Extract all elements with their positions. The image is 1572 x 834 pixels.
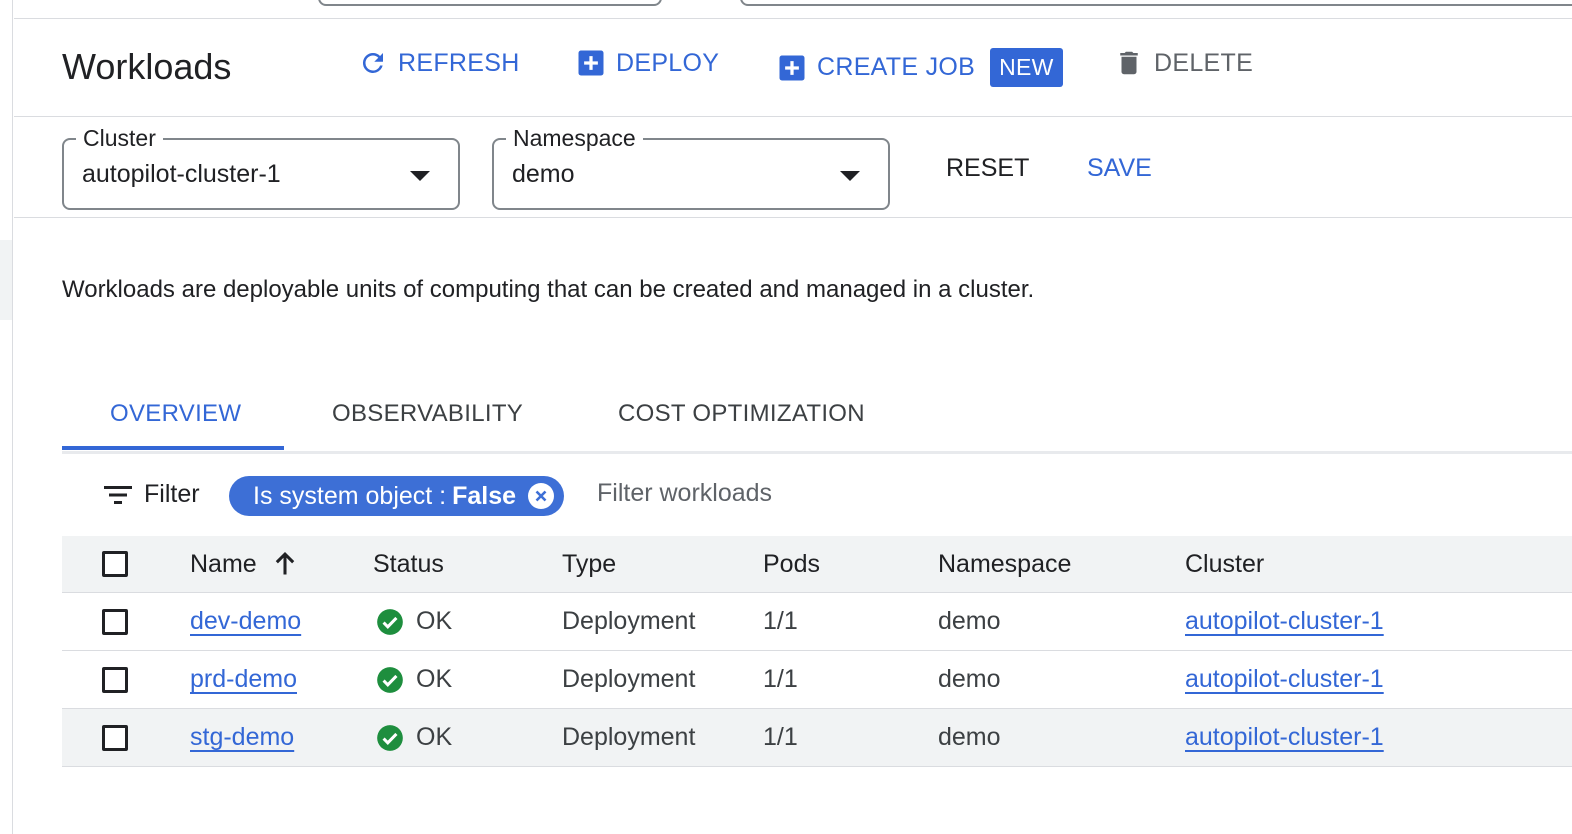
new-badge: NEW (990, 48, 1063, 87)
cluster-select-label: Cluster (76, 124, 163, 152)
cluster-select[interactable]: Cluster autopilot-cluster-1 (62, 124, 460, 210)
page-description: Workloads are deployable units of comput… (62, 276, 1035, 303)
namespace-select[interactable]: Namespace demo (492, 124, 890, 210)
tab-cost-optimization[interactable]: COST OPTIMIZATION (618, 400, 865, 428)
workload-name-link[interactable]: prd-demo (190, 665, 297, 694)
table-header: Name Status Type Pods Namespace Cluster (62, 536, 1572, 593)
chip-remove-icon[interactable] (528, 483, 555, 509)
row-select-cell (102, 709, 128, 766)
column-header-type[interactable]: Type (562, 536, 616, 592)
select-all-cell (102, 536, 128, 592)
filter-workloads-input[interactable] (597, 479, 1097, 508)
type-cell: Deployment (562, 607, 696, 635)
filter-label: Filter (144, 480, 200, 508)
column-header-name-label: Name (190, 549, 257, 578)
workload-name-link[interactable]: dev-demo (190, 607, 301, 636)
pods-cell: 1/1 (763, 723, 798, 751)
create-job-label: CREATE JOB (817, 53, 976, 81)
left-nav-marker (0, 240, 12, 320)
left-divider (12, 0, 13, 834)
status-text: OK (416, 607, 453, 635)
add-box-icon (576, 48, 606, 78)
namespace-select-label: Namespace (506, 124, 643, 152)
pods-cell: 1/1 (763, 665, 798, 693)
deploy-button[interactable]: DEPLOY (576, 48, 719, 78)
trash-icon (1114, 48, 1144, 78)
filter-chip-key: Is system object : (253, 481, 447, 510)
status-cell: OK (376, 651, 452, 708)
column-header-name[interactable]: Name (190, 536, 299, 592)
table-row: prd-demo OK Deployment 1/1 demo autopilo… (62, 651, 1572, 709)
page-title: Workloads (62, 46, 232, 87)
table-row: dev-demo OK Deployment 1/1 demo autopilo… (62, 593, 1572, 651)
row-select-cell (102, 651, 128, 708)
chevron-down-icon (410, 171, 430, 181)
check-circle-icon (377, 608, 403, 635)
status-cell: OK (376, 593, 452, 650)
column-header-pods[interactable]: Pods (763, 536, 820, 592)
top-field-right (740, 0, 1572, 6)
pods-cell: 1/1 (763, 607, 798, 635)
namespace-cell: demo (938, 723, 1001, 751)
delete-button[interactable]: DELETE (1114, 48, 1253, 78)
workload-name-link[interactable]: stg-demo (190, 723, 294, 752)
save-button[interactable]: SAVE (1087, 154, 1152, 183)
check-circle-icon (377, 724, 403, 751)
filter-button[interactable]: Filter (104, 480, 200, 509)
namespace-cell: demo (938, 607, 1001, 635)
tab-overview[interactable]: OVERVIEW (110, 400, 241, 428)
table-row: stg-demo OK Deployment 1/1 demo autopilo… (62, 709, 1572, 767)
delete-label: DELETE (1154, 48, 1254, 77)
check-circle-icon (377, 666, 403, 693)
top-field-left (318, 0, 662, 6)
tab-observability[interactable]: OBSERVABILITY (332, 400, 523, 428)
status-cell: OK (376, 709, 452, 766)
refresh-button[interactable]: REFRESH (358, 48, 520, 78)
type-cell: Deployment (562, 665, 696, 693)
deploy-label: DEPLOY (616, 48, 720, 77)
row-checkbox[interactable] (102, 724, 128, 751)
filter-chip-system-object[interactable]: Is system object : False (229, 476, 565, 516)
selectors-divider (14, 217, 1572, 218)
cluster-link[interactable]: autopilot-cluster-1 (1185, 665, 1384, 694)
row-select-cell (102, 593, 128, 650)
reset-button[interactable]: RESET (946, 154, 1029, 183)
filter-chip-value: False (452, 481, 517, 510)
chevron-down-icon (840, 171, 860, 181)
header-divider (14, 116, 1572, 117)
column-header-namespace[interactable]: Namespace (938, 536, 1071, 592)
refresh-icon (358, 48, 388, 78)
top-divider (14, 18, 1572, 19)
column-header-cluster[interactable]: Cluster (1185, 536, 1264, 592)
tabs-divider (62, 451, 1572, 454)
cluster-link[interactable]: autopilot-cluster-1 (1185, 607, 1384, 636)
arrow-up-icon (271, 550, 299, 578)
select-all-checkbox[interactable] (102, 551, 128, 577)
namespace-select-value: demo (512, 160, 575, 188)
row-checkbox[interactable] (102, 608, 128, 635)
create-job-button[interactable]: CREATE JOB NEW (777, 48, 1063, 87)
type-cell: Deployment (562, 723, 696, 751)
filter-list-icon (104, 484, 132, 506)
cluster-select-value: autopilot-cluster-1 (82, 160, 281, 188)
namespace-cell: demo (938, 665, 1001, 693)
refresh-label: REFRESH (398, 48, 520, 77)
cluster-link[interactable]: autopilot-cluster-1 (1185, 723, 1384, 752)
status-text: OK (416, 723, 453, 751)
column-header-status[interactable]: Status (373, 536, 444, 592)
row-checkbox[interactable] (102, 666, 128, 693)
add-box-icon (777, 53, 807, 83)
status-text: OK (416, 665, 453, 693)
active-tab-indicator (62, 446, 284, 450)
